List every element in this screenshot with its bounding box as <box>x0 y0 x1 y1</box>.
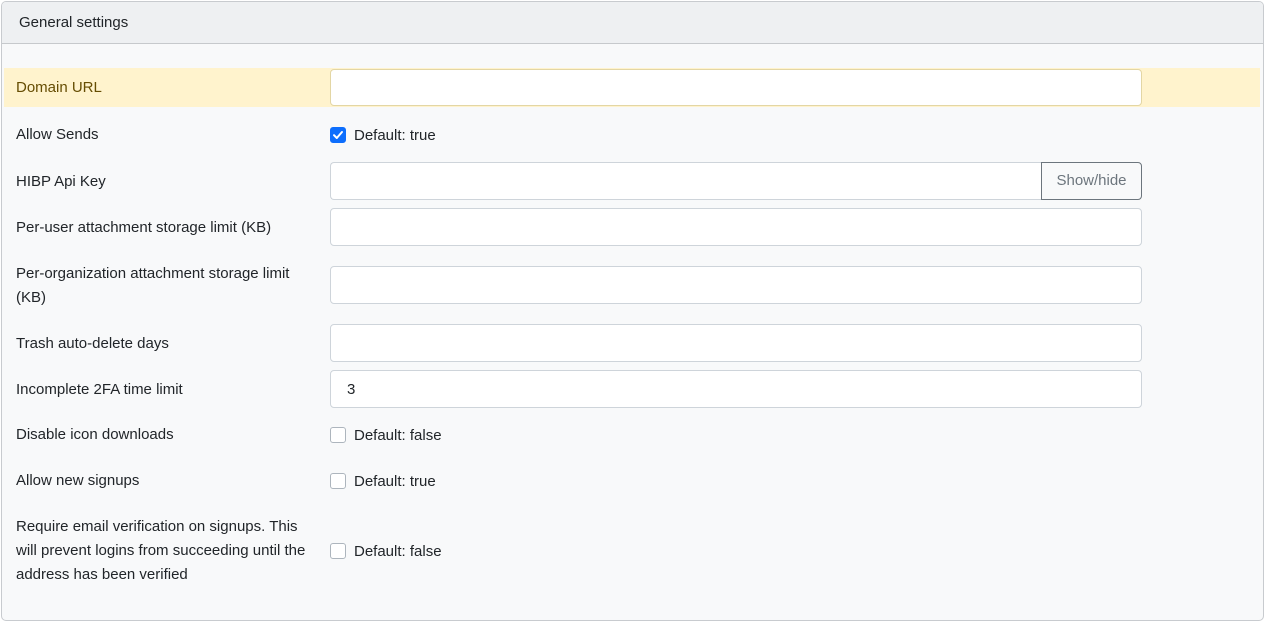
checkmark-icon <box>333 131 343 139</box>
allow-sends-label: Allow Sends <box>16 126 99 143</box>
hibp-api-key-input[interactable] <box>330 162 1041 200</box>
allow-new-signups-default: Default: true <box>354 472 436 490</box>
allow-new-signups-checkbox[interactable] <box>330 473 346 489</box>
setting-row-require-email-verification: Require email verification on signups. T… <box>4 515 1260 587</box>
allow-new-signups-check-wrap: Default: true <box>330 469 436 493</box>
allow-sends-check-wrap: Default: true <box>330 123 436 147</box>
setting-row-domain-url: Domain URL <box>4 68 1260 107</box>
require-email-verification-default: Default: false <box>354 542 442 560</box>
require-email-verification-label: Require email verification on signups. T… <box>16 518 306 583</box>
disable-icon-downloads-default: Default: false <box>354 426 442 444</box>
disable-icon-downloads-check-wrap: Default: false <box>330 423 442 447</box>
show-hide-button[interactable]: Show/hide <box>1041 162 1142 200</box>
allow-new-signups-label: Allow new signups <box>16 472 140 489</box>
user-attachment-limit-input[interactable] <box>330 208 1142 246</box>
allow-sends-checkbox[interactable] <box>330 127 346 143</box>
setting-row-trash-auto-delete: Trash auto-delete days <box>4 324 1260 362</box>
domain-url-input[interactable] <box>330 69 1142 106</box>
disable-icon-downloads-label: Disable icon downloads <box>16 426 174 443</box>
setting-row-disable-icon-downloads: Disable icon downloads Default: false <box>4 423 1260 447</box>
setting-row-allow-sends: Allow Sends Default: true <box>4 123 1260 147</box>
domain-url-label: Domain URL <box>16 79 102 96</box>
card-header[interactable]: General settings <box>2 2 1263 44</box>
require-email-verification-checkbox[interactable] <box>330 543 346 559</box>
org-attachment-limit-input[interactable] <box>330 266 1142 304</box>
setting-row-incomplete-2fa: Incomplete 2FA time limit <box>4 370 1260 408</box>
incomplete-2fa-input[interactable] <box>330 370 1142 408</box>
hibp-api-key-group: Show/hide <box>330 162 1142 200</box>
require-email-verification-check-wrap: Default: false <box>330 539 442 563</box>
disable-icon-downloads-checkbox[interactable] <box>330 427 346 443</box>
allow-sends-default: Default: true <box>354 126 436 144</box>
trash-auto-delete-label: Trash auto-delete days <box>16 335 169 352</box>
setting-row-hibp-api-key: HIBP Api Key Show/hide <box>4 162 1260 200</box>
card-header-title: General settings <box>19 14 129 31</box>
org-attachment-limit-label: Per-organization attachment storage limi… <box>16 265 290 306</box>
setting-row-org-attachment-limit: Per-organization attachment storage limi… <box>4 262 1260 310</box>
incomplete-2fa-label: Incomplete 2FA time limit <box>16 381 183 398</box>
trash-auto-delete-input[interactable] <box>330 324 1142 362</box>
hibp-api-key-label: HIBP Api Key <box>16 173 106 190</box>
setting-row-user-attachment-limit: Per-user attachment storage limit (KB) <box>4 208 1260 246</box>
user-attachment-limit-label: Per-user attachment storage limit (KB) <box>16 219 272 236</box>
setting-row-allow-new-signups: Allow new signups Default: true <box>4 469 1260 493</box>
